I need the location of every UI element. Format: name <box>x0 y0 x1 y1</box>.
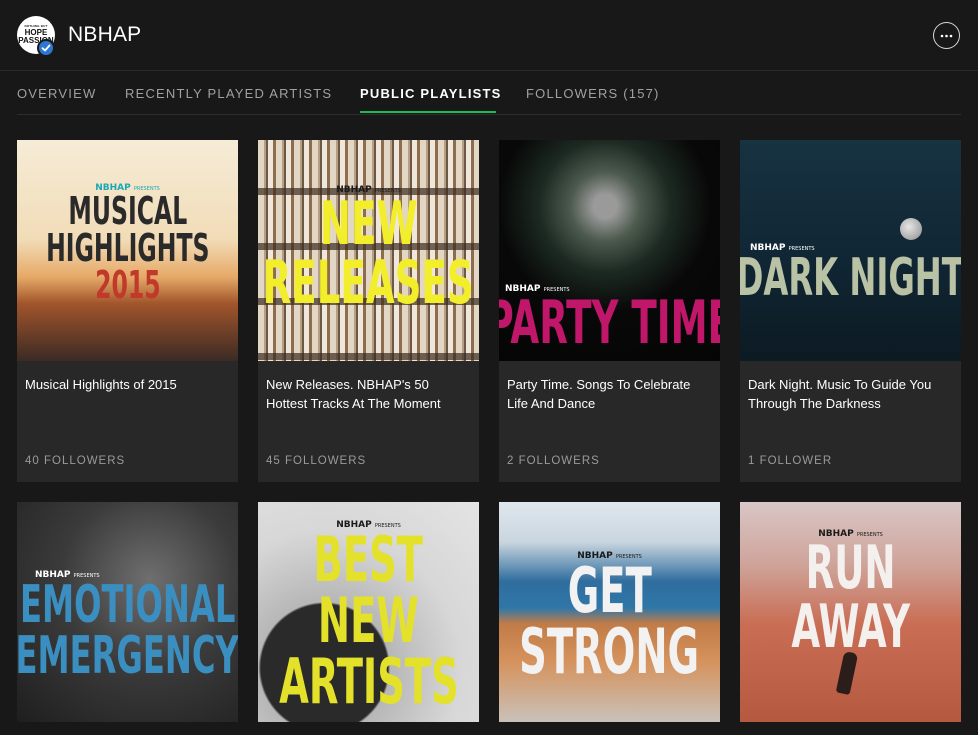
playlist-card[interactable]: NBHAP PRESENTS GET STRONG <box>499 502 720 723</box>
playlist-card[interactable]: NBHAP PRESENTS MUSICAL HIGHLIGHTS 2015 M… <box>17 140 238 482</box>
more-options-button[interactable] <box>933 22 960 49</box>
playlist-card[interactable]: NBHAP PRESENTS BEST NEW ARTISTS <box>258 502 479 723</box>
playlist-cover: NBHAP PRESENTS NEW RELEASES <box>258 140 479 361</box>
playlist-card[interactable]: NBHAP PRESENTS DARK NIGHT Dark Night. Mu… <box>740 140 961 482</box>
cover-title-line: HIGHLIGHTS <box>45 225 210 270</box>
profile-page: NOTHING BUT HOPE PASSION NBHAP OVERVIEW … <box>0 0 978 735</box>
cover-title-line: PARTY TIME <box>499 288 720 359</box>
tab-public-playlists[interactable]: PUBLIC PLAYLISTS <box>360 86 502 101</box>
cover-title-line: MUSICAL <box>68 188 187 233</box>
divider <box>17 114 961 115</box>
playlist-cover: NBHAP PRESENTS MUSICAL HIGHLIGHTS 2015 <box>17 140 238 361</box>
playlist-card[interactable]: NBHAP PRESENTS PARTY TIME Party Time. So… <box>499 140 720 482</box>
active-tab-indicator <box>360 111 496 113</box>
tab-overview[interactable]: OVERVIEW <box>17 86 96 101</box>
cover-title-line: RELEASES <box>263 247 474 318</box>
profile-tabs: OVERVIEW RECENTLY PLAYED ARTISTS PUBLIC … <box>0 70 978 115</box>
cover-title-line: DARK NIGHT <box>740 248 961 309</box>
playlist-title[interactable]: Musical Highlights of 2015 <box>25 375 231 394</box>
cover-title-accent: 2015 <box>94 263 161 308</box>
playlist-followers: 45 FOLLOWERS <box>266 455 367 467</box>
cover-title-line: AWAY <box>791 591 910 662</box>
playlist-followers: 2 FOLLOWERS <box>507 455 600 467</box>
cover-title-line: ARTISTS <box>278 644 459 718</box>
playlist-title[interactable]: Party Time. Songs To Celebrate Life And … <box>507 375 713 413</box>
playlist-card[interactable]: NBHAP PRESENTS EMOTIONAL EMERGENCY <box>17 502 238 723</box>
moon-icon <box>900 218 922 240</box>
playlist-cover: NBHAP PRESENTS RUN AWAY <box>740 502 961 723</box>
cover-title-line: STRONG <box>519 614 700 688</box>
profile-header: NOTHING BUT HOPE PASSION NBHAP <box>0 0 978 70</box>
verified-check-icon <box>37 39 55 57</box>
playlist-cover: NBHAP PRESENTS BEST NEW ARTISTS <box>258 502 479 723</box>
playlist-cover: NBHAP PRESENTS EMOTIONAL EMERGENCY <box>17 502 238 723</box>
cover-title-line: BEST <box>313 523 424 597</box>
cover-title-line: NEW <box>318 584 419 658</box>
cover-title-line: NEW <box>319 188 418 259</box>
bottom-bar <box>0 722 978 735</box>
cover-title-line: EMOTIONAL <box>19 574 236 635</box>
playlist-card[interactable]: NBHAP PRESENTS RUN AWAY <box>740 502 961 723</box>
playlist-cover: NBHAP PRESENTS GET STRONG <box>499 502 720 723</box>
cover-title-line: RUN <box>805 532 896 603</box>
cover-title-line: GET <box>567 553 652 627</box>
tab-followers[interactable]: FOLLOWERS (157) <box>526 86 660 101</box>
playlist-cover: NBHAP PRESENTS DARK NIGHT <box>740 140 961 361</box>
playlist-followers: 40 FOLLOWERS <box>25 455 126 467</box>
cover-title-line: EMERGENCY <box>17 625 238 686</box>
playlist-card[interactable]: NBHAP PRESENTS NEW RELEASES New Releases… <box>258 140 479 482</box>
profile-name: NBHAP <box>68 23 142 46</box>
playlist-title[interactable]: Dark Night. Music To Guide You Through T… <box>748 375 954 413</box>
tab-recently-played-artists[interactable]: RECENTLY PLAYED ARTISTS <box>125 86 332 101</box>
playlist-followers: 1 FOLLOWER <box>748 455 833 467</box>
ellipsis-icon <box>940 34 953 37</box>
playlist-cover: NBHAP PRESENTS PARTY TIME <box>499 140 720 361</box>
playlist-title[interactable]: New Releases. NBHAP's 50 Hottest Tracks … <box>266 375 472 413</box>
